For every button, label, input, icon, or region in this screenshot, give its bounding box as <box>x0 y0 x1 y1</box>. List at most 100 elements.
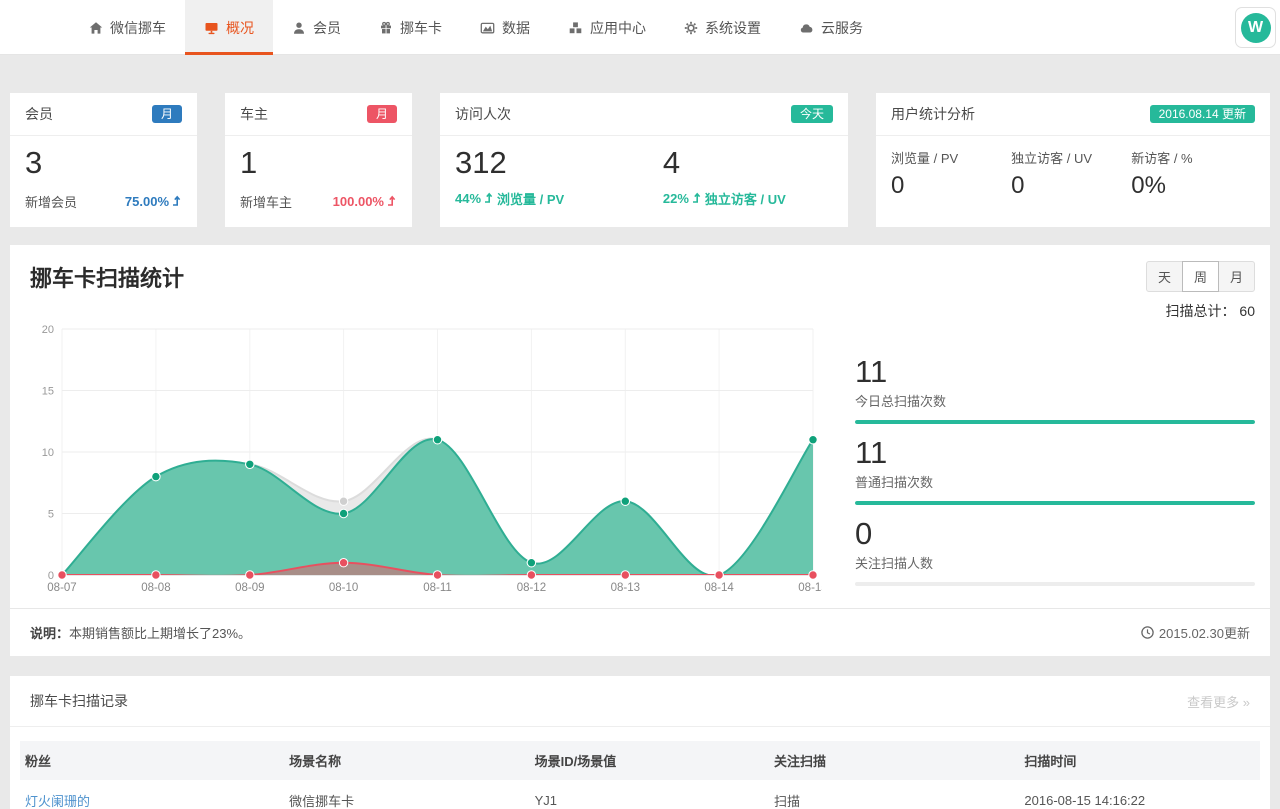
weiphp-logo-icon: W <box>1241 13 1271 43</box>
nav-item-home[interactable]: 微信挪车 <box>70 0 185 55</box>
records-title: 挪车卡扫描记录 <box>30 691 128 711</box>
nav-item-data[interactable]: 数据 <box>461 0 549 55</box>
nav-item-cards[interactable]: 挪车卡 <box>360 0 461 55</box>
user-stats-uv: 独立访客 / UV 0 <box>1011 148 1131 200</box>
user-stats-title: 用户统计分析 <box>891 104 975 124</box>
svg-text:08-13: 08-13 <box>611 582 640 594</box>
svg-text:20: 20 <box>42 325 54 336</box>
pv-percent-label: 44%浏览量 / PV <box>455 189 564 208</box>
user-stats-new: 新访客 / % 0% <box>1131 148 1251 200</box>
range-week-button[interactable]: 周 <box>1182 261 1219 292</box>
user-stats-pv: 浏览量 / PV 0 <box>891 148 1011 200</box>
svg-text:08-08: 08-08 <box>141 582 170 594</box>
member-card-title: 会员 <box>25 104 53 124</box>
nav-item-apps[interactable]: 应用中心 <box>549 0 665 55</box>
visits-card: 访问人次 今天 312 44%浏览量 / PV 4 22%独立访客 / UV <box>440 93 848 227</box>
level-up-icon <box>484 191 494 206</box>
member-count: 3 <box>25 144 182 183</box>
user-stats-card: 用户统计分析 2016.08.14 更新 浏览量 / PV 0 独立访客 / U… <box>876 93 1270 227</box>
col-time: 扫描时间 <box>1019 741 1260 780</box>
main-menu: 微信挪车 概况 会员 挪车卡 数据 <box>70 0 1280 55</box>
range-toggle: 天 周 月 <box>1146 261 1255 292</box>
table-row: 灯火阑珊的 微信挪车卡 YJ1 扫描 2016-08-15 14:16:22 <box>20 780 1260 809</box>
view-more-link[interactable]: 查看更多 » <box>1187 692 1250 711</box>
user-icon <box>292 21 306 35</box>
member-card: 会员 月 3 新增会员 75.00% <box>10 93 197 227</box>
gift-icon <box>379 21 393 35</box>
cubes-icon <box>568 21 583 35</box>
nav-item-members[interactable]: 会员 <box>273 0 360 55</box>
col-scene: 场景名称 <box>284 741 530 780</box>
clock-icon <box>1141 626 1154 639</box>
scan-side-stats: 11 今日总扫描次数 11 普通扫描次数 0 关注扫描人数 <box>855 325 1255 598</box>
col-follow: 关注扫描 <box>769 741 1019 780</box>
chart-note: 说明：本期销售额比上期增长了23%。 <box>30 623 251 642</box>
home-icon <box>89 21 103 35</box>
member-label: 新增会员 <box>25 192 77 211</box>
month-badge: 月 <box>367 105 397 123</box>
col-scene-id: 场景ID/场景值 <box>530 741 769 780</box>
normal-scans-stat: 11 普通扫描次数 <box>855 436 1255 505</box>
svg-text:5: 5 <box>48 509 54 521</box>
svg-text:15: 15 <box>42 386 54 398</box>
svg-text:08-12: 08-12 <box>517 582 546 594</box>
svg-text:08-09: 08-09 <box>235 582 264 594</box>
svg-text:08-07: 08-07 <box>47 582 76 594</box>
nav-item-overview[interactable]: 概况 <box>185 0 273 55</box>
desktop-icon <box>204 21 219 35</box>
today-badge: 今天 <box>791 105 833 123</box>
level-up-icon <box>387 194 397 209</box>
progress-bar <box>855 420 1255 424</box>
nav-item-cloud[interactable]: 云服务 <box>780 0 882 55</box>
logo-button[interactable]: W <box>1235 7 1276 48</box>
svg-text:08-10: 08-10 <box>329 582 358 594</box>
nav-label: 应用中心 <box>590 18 646 38</box>
uv-count: 4 <box>663 144 833 183</box>
nav-label: 会员 <box>313 18 341 38</box>
level-up-icon <box>692 191 702 206</box>
gear-icon <box>684 21 698 35</box>
scan-records-table: 粉丝 场景名称 场景ID/场景值 关注扫描 扫描时间 灯火阑珊的 微信挪车卡 Y… <box>20 741 1260 809</box>
nav-label: 概况 <box>226 18 254 38</box>
uv-percent-label: 22%独立访客 / UV <box>663 189 786 208</box>
time-cell: 2016-08-15 14:16:22 <box>1019 780 1260 809</box>
scan-total: 扫描总计： 60 <box>1166 301 1255 321</box>
member-percent: 75.00% <box>125 194 182 209</box>
nav-label: 数据 <box>502 18 530 38</box>
pv-count: 312 <box>455 144 663 183</box>
scan-area-chart: 0510152008-0708-0808-0908-1008-1108-1208… <box>22 325 822 597</box>
col-fan: 粉丝 <box>20 741 284 780</box>
month-badge: 月 <box>152 105 182 123</box>
chart-updated: 2015.02.30更新 <box>1141 623 1250 642</box>
nav-item-settings[interactable]: 系统设置 <box>665 0 780 55</box>
cloud-icon <box>799 21 814 35</box>
fan-link[interactable]: 灯火阑珊的 <box>25 794 90 809</box>
scene-cell: 微信挪车卡 <box>284 780 530 809</box>
range-day-button[interactable]: 天 <box>1146 261 1183 292</box>
nav-label: 挪车卡 <box>400 18 442 38</box>
level-up-icon <box>172 194 182 209</box>
owner-card-title: 车主 <box>240 104 268 124</box>
top-navigation: 微信挪车 概况 会员 挪车卡 数据 <box>0 0 1280 55</box>
scan-stats-panel: 挪车卡扫描统计 天 周 月 扫描总计： 60 0 5 10 15 20 08-07 08-0… <box>10 245 1270 656</box>
visits-card-title: 访问人次 <box>455 104 511 124</box>
nav-label: 微信挪车 <box>110 18 166 38</box>
owner-count: 1 <box>240 144 397 183</box>
owner-label: 新增车主 <box>240 192 292 211</box>
svg-text:0: 0 <box>48 570 54 582</box>
owner-percent: 100.00% <box>333 194 397 209</box>
owner-card: 车主 月 1 新增车主 100.00% <box>225 93 412 227</box>
dashboard: 会员 月 3 新增会员 75.00% 车主 月 1 新增车主 100.00% <box>0 55 1280 809</box>
nav-label: 系统设置 <box>705 18 761 38</box>
scene-id-cell: YJ1 <box>530 780 769 809</box>
nav-label: 云服务 <box>821 18 863 38</box>
updated-badge: 2016.08.14 更新 <box>1150 105 1255 123</box>
follow-cell: 扫描 <box>769 780 1019 809</box>
progress-bar <box>855 582 1255 586</box>
svg-text:10: 10 <box>42 447 54 459</box>
table-header-row: 粉丝 场景名称 场景ID/场景值 关注扫描 扫描时间 <box>20 741 1260 780</box>
range-month-button[interactable]: 月 <box>1218 261 1255 292</box>
progress-bar <box>855 501 1255 505</box>
scan-stats-title: 挪车卡扫描统计 <box>30 261 184 321</box>
follow-scans-stat: 0 关注扫描人数 <box>855 517 1255 586</box>
